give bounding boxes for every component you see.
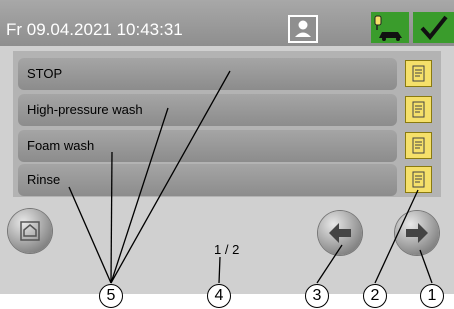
callout-5: 5 <box>99 284 123 308</box>
callout-4: 4 <box>207 284 231 308</box>
callout-3: 3 <box>305 284 329 308</box>
callout-leader-lines <box>68 70 433 284</box>
callout-2: 2 <box>363 284 387 308</box>
callout-1: 1 <box>420 284 444 308</box>
